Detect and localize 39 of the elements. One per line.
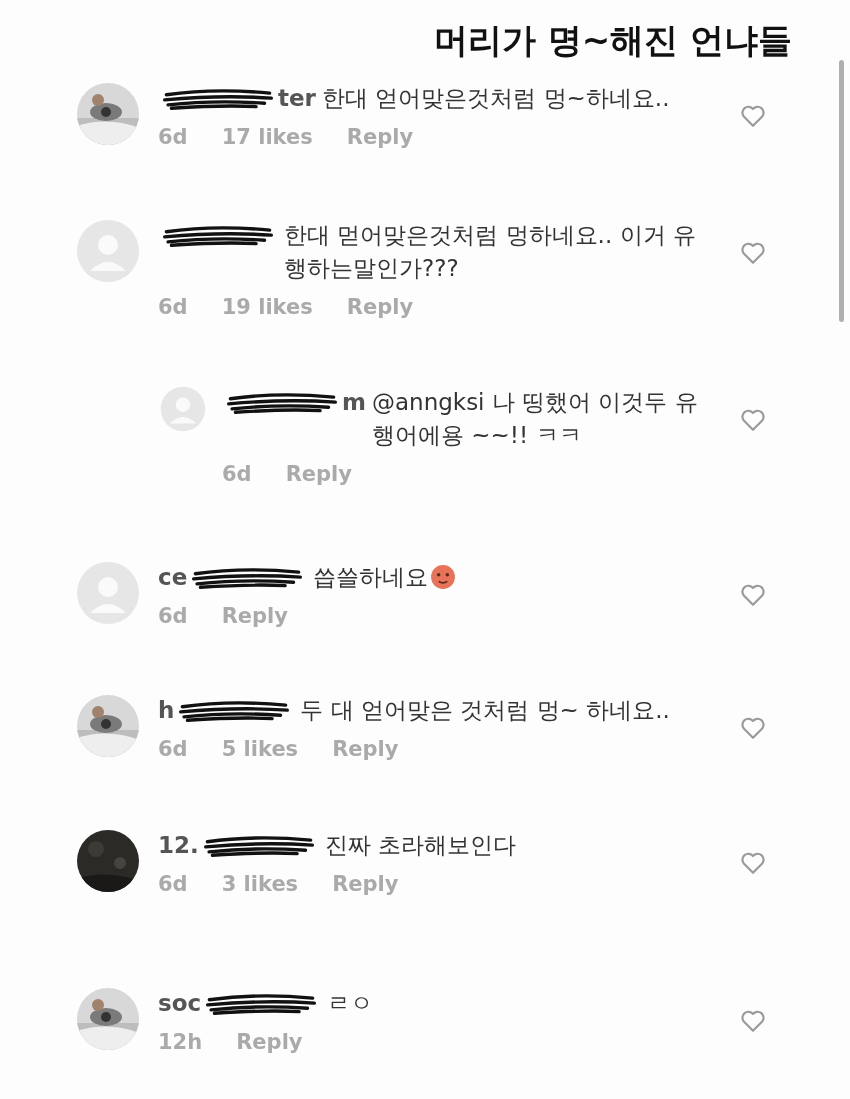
comment-time: 6d bbox=[158, 295, 188, 319]
username[interactable]: ce bbox=[158, 561, 188, 594]
comment-text: 한대 얻어맞은것처럼 멍~하네요.. bbox=[321, 84, 670, 113]
comment-text: 두 대 얻어맞은 것처럼 멍~ 하네요.. bbox=[300, 696, 670, 725]
heart-icon[interactable] bbox=[740, 408, 766, 432]
comment-text: 씁쓸하네요 bbox=[313, 561, 457, 594]
likes-count[interactable]: 19 likes bbox=[221, 295, 313, 319]
reply-link[interactable]: Reply bbox=[221, 604, 288, 628]
comment-text: 한대 먿어맞은것처럼 멍하네요.. 이거 유행하는말인가??? bbox=[284, 221, 697, 283]
likes-count[interactable]: 5 likes bbox=[221, 737, 299, 761]
comment-text: @anngksi 나 띵했어 이것두 유행어에용 ~~!! ㅋㅋ bbox=[371, 388, 699, 450]
caption: 머리가 명~해진 언냐들 bbox=[433, 19, 792, 62]
comment-time: 12h bbox=[158, 1030, 203, 1054]
reply-link[interactable]: Reply bbox=[332, 737, 399, 761]
username[interactable]: 12. bbox=[158, 829, 199, 862]
heart-icon[interactable] bbox=[740, 716, 766, 740]
username[interactable]: h bbox=[158, 694, 175, 727]
heart-icon[interactable] bbox=[740, 104, 766, 128]
username[interactable]: soc bbox=[158, 987, 202, 1020]
comment-time: 6d bbox=[158, 125, 188, 149]
reply-link[interactable]: Reply bbox=[346, 125, 414, 149]
comment-time: 6d bbox=[158, 737, 188, 761]
reply-link[interactable]: Reply bbox=[236, 1030, 303, 1054]
comment-time: 6d bbox=[158, 872, 188, 896]
heart-icon[interactable] bbox=[740, 241, 766, 265]
heart-icon[interactable] bbox=[740, 851, 766, 875]
comment-text: 진짜 초라해보인다 bbox=[324, 831, 517, 860]
username[interactable]: m bbox=[342, 386, 366, 419]
reply-link[interactable]: Reply bbox=[285, 462, 352, 486]
likes-count[interactable]: 3 likes bbox=[221, 872, 299, 896]
heart-icon[interactable] bbox=[740, 583, 766, 607]
likes-count[interactable]: 17 likes bbox=[221, 125, 313, 149]
reply-link[interactable]: Reply bbox=[332, 872, 399, 896]
reply-link[interactable]: Reply bbox=[346, 295, 414, 319]
comment-time: 6d bbox=[222, 462, 252, 486]
username[interactable]: ter bbox=[278, 82, 316, 115]
comment-time: 6d bbox=[158, 604, 188, 628]
comment-text: ㄹㅇ bbox=[327, 989, 374, 1018]
heart-icon[interactable] bbox=[740, 1009, 766, 1033]
